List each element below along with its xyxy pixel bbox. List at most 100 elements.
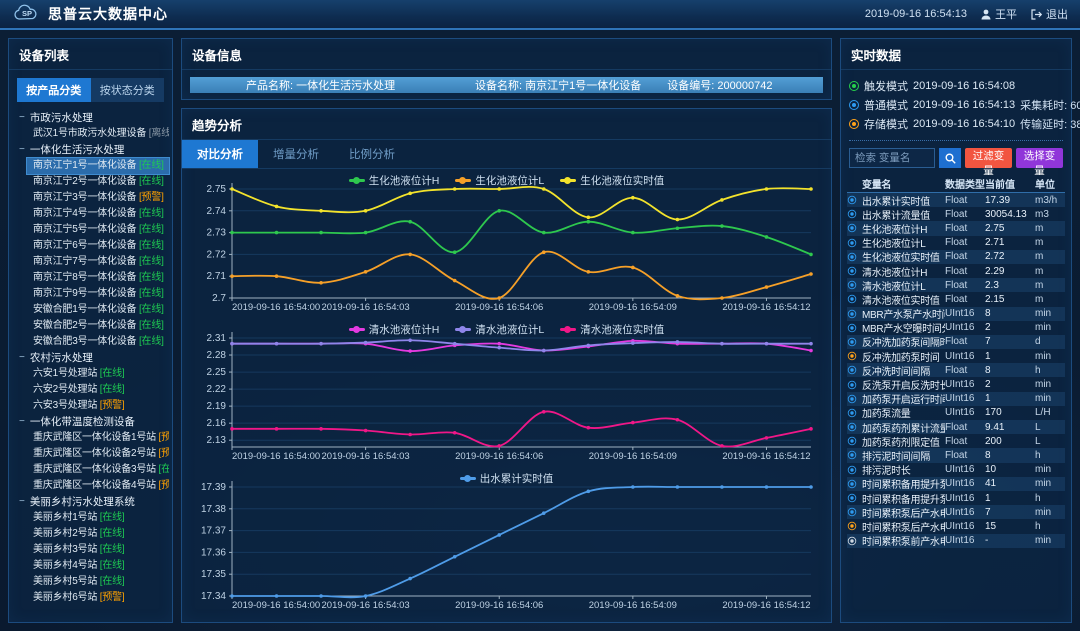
table-row[interactable]: 时间累积备用提升泵时UInt161h	[847, 491, 1065, 505]
tab-increment-analysis[interactable]: 增量分析	[258, 140, 334, 168]
variable-value: 10	[985, 464, 1035, 475]
variable-value: 2	[985, 379, 1035, 390]
device-group[interactable]: −一体化生活污水处理	[9, 142, 172, 158]
series-清水池液位实时值	[232, 411, 811, 446]
svg-text:17.34: 17.34	[201, 591, 226, 602]
table-row[interactable]: 清水池液位计LFloat2.3m	[847, 278, 1065, 292]
tab-by-status[interactable]: 按状态分类	[91, 78, 165, 102]
device-item[interactable]: 安徽合肥1号一体化设备 [在线]	[27, 302, 169, 318]
device-item[interactable]: 美丽乡村2号站 [在线]	[27, 526, 169, 542]
device-item[interactable]: 美丽乡村1号站 [在线]	[27, 510, 169, 526]
device-item[interactable]: 重庆武隆区一体化设备4号站 [预警]	[27, 478, 169, 494]
svg-text:2019-09-16 16:54:03: 2019-09-16 16:54:03	[322, 451, 410, 462]
table-row[interactable]: 排污泥时长UInt1610min	[847, 463, 1065, 477]
device-item[interactable]: 安徽合肥2号一体化设备 [在线]	[27, 318, 169, 334]
device-item[interactable]: 重庆武隆区一体化设备1号站 [预警]	[27, 430, 169, 446]
realtime-title: 实时数据	[841, 39, 1071, 70]
table-row[interactable]: 反冲洗加药泵间隔时间Float7d	[847, 335, 1065, 349]
device-item-label: 南京江宁7号一体化设备	[33, 256, 139, 267]
svg-text:2.22: 2.22	[207, 384, 227, 395]
product-name-field: 产品名称: 一体化生活污水处理	[190, 77, 475, 93]
mode-label: 普通模式	[864, 97, 908, 113]
svg-text:17.39: 17.39	[201, 482, 226, 493]
device-item[interactable]: 南京江宁7号一体化设备 [在线]	[27, 254, 169, 270]
variable-type: UInt16	[945, 322, 985, 333]
table-row[interactable]: 加药泵开启运行时间UInt161min	[847, 392, 1065, 406]
table-row[interactable]: 排污泥时间间隔Float8h	[847, 448, 1065, 462]
table-row[interactable]: 生化池液位计LFloat2.71m	[847, 236, 1065, 250]
user-menu[interactable]: 王平	[981, 6, 1017, 22]
search-button[interactable]	[939, 148, 961, 168]
device-status-badge: [在线]	[139, 272, 164, 283]
table-row[interactable]: 生化池液位实时值Float2.72m	[847, 250, 1065, 264]
table-row[interactable]: 反冲洗加药泵时间UInt161min	[847, 349, 1065, 363]
table-row[interactable]: 时间累积泵后产水电动阀分UInt167min	[847, 505, 1065, 519]
device-group[interactable]: −一体化带温度检测设备	[9, 414, 172, 430]
product-name-value: 一体化生活污水处理	[296, 80, 395, 92]
device-item[interactable]: 安徽合肥3号一体化设备 [在线]	[27, 334, 169, 350]
table-row[interactable]: 加药泵药剂限定值Float200L	[847, 434, 1065, 448]
device-item[interactable]: 美丽乡村5号站 [在线]	[27, 574, 169, 590]
tab-compare-analysis[interactable]: 对比分析	[182, 140, 258, 168]
device-group[interactable]: −市政污水处理	[9, 110, 172, 126]
device-info-title: 设备信息	[182, 39, 831, 70]
device-item[interactable]: 重庆武隆区一体化设备2号站 [预警]	[27, 446, 169, 462]
device-item[interactable]: 武汉1号市政污水处理设备 [离线]	[27, 126, 169, 142]
device-item[interactable]: 美丽乡村4号站 [在线]	[27, 558, 169, 574]
variables-table: 变量名 数据类型 当前值 单位 出水累计实时值Float17.39m3/h出水累…	[841, 174, 1071, 622]
device-item[interactable]: 重庆武隆区一体化设备3号站 [在线]	[27, 462, 169, 478]
table-row[interactable]: 反洗泵开启反洗时长UInt162min	[847, 377, 1065, 391]
filter-variables-button[interactable]: 过滤变量	[965, 148, 1012, 168]
device-item-label: 南京江宁1号一体化设备	[33, 160, 139, 171]
device-info-panel: 设备信息 产品名称: 一体化生活污水处理 设备名称: 南京江宁1号一体化设备 设…	[181, 38, 832, 100]
tab-by-product[interactable]: 按产品分类	[17, 78, 91, 102]
table-row[interactable]: 生化池液位计HFloat2.75m	[847, 221, 1065, 235]
device-item[interactable]: 南京江宁2号一体化设备 [在线]	[27, 174, 169, 190]
device-item[interactable]: 六安1号处理站 [在线]	[27, 366, 169, 382]
variable-name: MBR产水空曝时间分	[862, 320, 945, 335]
table-row[interactable]: 出水累计流量值Float30054.13m3	[847, 207, 1065, 221]
device-item[interactable]: 南京江宁8号一体化设备 [在线]	[27, 270, 169, 286]
table-row[interactable]: 时间累积备用提升泵分UInt1641min	[847, 477, 1065, 491]
table-row[interactable]: 清水池液位实时值Float2.15m	[847, 292, 1065, 306]
device-group[interactable]: −美丽乡村污水处理系统	[9, 494, 172, 510]
device-item[interactable]: 南京江宁4号一体化设备 [在线]	[27, 206, 169, 222]
variable-value: 7	[985, 507, 1035, 518]
table-row[interactable]: 反冲洗时间间隔Float8h	[847, 363, 1065, 377]
device-item[interactable]: 南京江宁3号一体化设备 [预警]	[27, 190, 169, 206]
device-item-label: 六安2号处理站	[33, 384, 100, 395]
variable-type: Float	[945, 251, 985, 262]
variable-type: UInt16	[945, 379, 985, 390]
device-status-badge: [预警]	[159, 448, 169, 459]
select-variables-button[interactable]: 选择变量	[1016, 148, 1063, 168]
device-item[interactable]: 美丽乡村6号站 [预警]	[27, 590, 169, 606]
variable-status-icon-cell	[847, 521, 862, 531]
table-row[interactable]: 加药泵流量UInt16170L/H	[847, 406, 1065, 420]
variable-status-icon	[848, 508, 857, 517]
device-item[interactable]: 南京江宁5号一体化设备 [在线]	[27, 222, 169, 238]
table-row[interactable]: 加药泵药剂累计流量Float9.41L	[847, 420, 1065, 434]
tab-ratio-analysis[interactable]: 比例分析	[334, 140, 410, 168]
variable-unit: min	[1035, 393, 1065, 404]
table-row[interactable]: MBR产水空曝时间分UInt162min	[847, 321, 1065, 335]
logout-button[interactable]: 退出	[1031, 6, 1068, 22]
table-row[interactable]: 时间累积泵后产水电动阀时UInt1615h	[847, 519, 1065, 533]
table-row[interactable]: 清水池液位计HFloat2.29m	[847, 264, 1065, 278]
variable-type: Float	[945, 209, 985, 220]
device-item-label: 安徽合肥1号一体化设备	[33, 304, 139, 315]
mode-time: 2019-09-16 16:54:13	[913, 99, 1015, 111]
device-group-label: 美丽乡村污水处理系统	[30, 494, 135, 510]
series-生化池液位计L	[232, 252, 811, 300]
table-row[interactable]: 时间累积泵前产水电动阀分UInt16-min	[847, 534, 1065, 548]
table-row[interactable]: 出水累计实时值Float17.39m3/h	[847, 193, 1065, 207]
device-group[interactable]: −农村污水处理	[9, 350, 172, 366]
variable-search-input[interactable]	[849, 148, 935, 168]
device-item[interactable]: 南京江宁9号一体化设备 [在线]	[27, 286, 169, 302]
device-item[interactable]: 南京江宁1号一体化设备 [在线]	[27, 158, 169, 174]
device-item[interactable]: 六安3号处理站 [预警]	[27, 398, 169, 414]
device-item[interactable]: 六安2号处理站 [在线]	[27, 382, 169, 398]
device-item[interactable]: 南京江宁6号一体化设备 [在线]	[27, 238, 169, 254]
table-row[interactable]: MBR产水泵产水时间分UInt168min	[847, 307, 1065, 321]
device-item[interactable]: 美丽乡村3号站 [在线]	[27, 542, 169, 558]
variable-unit: m	[1035, 280, 1065, 291]
